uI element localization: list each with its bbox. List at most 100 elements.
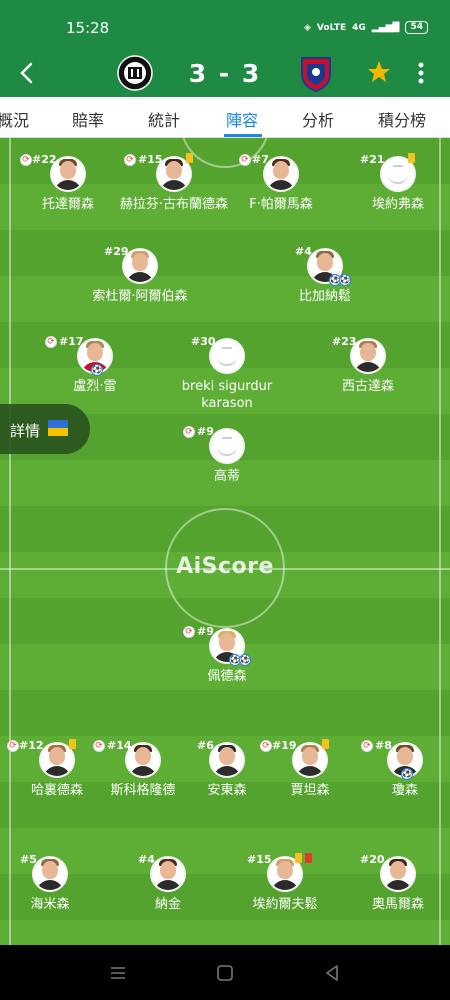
player-name: 高蒂 — [213, 469, 240, 484]
player-name: 海米森 — [30, 897, 70, 912]
goal-ball-icon: ⚽ — [239, 654, 251, 666]
substitution-icon: ⟳ — [183, 626, 195, 638]
wifi-icon: ◈ — [304, 22, 311, 33]
substitution-icon: ⟳ — [239, 154, 251, 166]
status-bar: 15:28 ◈ VoLTE 4G ▂▄▆█ 54 — [0, 0, 450, 50]
tab-odds[interactable]: 賠率 — [72, 107, 104, 131]
home-player[interactable]: #15 埃約爾夫鬆 — [225, 853, 345, 913]
away-player[interactable]: ⟳ #22 托達爾森 — [8, 153, 128, 213]
player-number: #30 — [191, 335, 216, 348]
away-player[interactable]: #30 breki sigurdur karason — [167, 335, 287, 412]
yellow-card-icon — [69, 739, 76, 749]
player-avatar — [380, 856, 416, 892]
pitch-sideline — [439, 138, 441, 945]
match-header: 3 - 3 — [0, 50, 450, 97]
away-player[interactable]: #29 索杜爾·阿爾伯森 — [80, 245, 200, 305]
player-name: 奧馬爾森 — [371, 897, 424, 912]
recent-apps-icon[interactable] — [106, 961, 130, 985]
favorite-star-icon[interactable] — [366, 59, 392, 85]
home-player[interactable]: ⟳ #8 ⚽ 瓊森 — [345, 739, 450, 799]
player-number: #23 — [332, 335, 357, 348]
player-number: #22 — [32, 153, 57, 166]
away-player[interactable]: ⟳ #7 F·帕爾馬森 — [221, 153, 341, 213]
back-nav-icon[interactable] — [320, 961, 344, 985]
player-avatar — [150, 856, 186, 892]
player-number: #5 — [20, 853, 37, 866]
network-label: 4G — [352, 22, 366, 33]
tab-analysis[interactable]: 分析 — [302, 107, 334, 131]
home-player[interactable]: #5 海米森 — [0, 853, 110, 913]
away-player[interactable]: ⟳ #17 ⚽ 盧烈·雷 — [35, 335, 155, 395]
player-number: #7 — [252, 153, 269, 166]
player-avatar — [209, 428, 245, 464]
red-card-icon — [305, 853, 312, 863]
player-number: #8 — [375, 739, 392, 752]
substitution-icon: ⟳ — [45, 336, 57, 348]
away-player[interactable]: #4 ⚽ ⚽ 比加納鬆 — [265, 245, 385, 305]
player-name: F·帕爾馬森 — [249, 197, 313, 212]
substitution-icon: ⟳ — [260, 740, 272, 752]
watermark: AiScore — [176, 554, 274, 579]
player-number: #15 — [138, 153, 163, 166]
player-name: 比加納鬆 — [298, 289, 351, 304]
goal-ball-icon: ⚽ — [339, 274, 351, 286]
yellow-card-icon — [186, 153, 193, 163]
player-number: #4 — [138, 853, 155, 866]
yellow-card-icon — [408, 153, 415, 163]
player-name: 盧烈·雷 — [73, 379, 117, 394]
player-name: 西古達森 — [341, 379, 394, 394]
volte-icon: VoLTE — [316, 22, 347, 33]
signal-icon: ▂▄▆█ — [371, 22, 400, 33]
player-number: #29 — [104, 245, 129, 258]
player-name: 埃約爾夫鬆 — [252, 897, 318, 912]
player-number: #4 — [295, 245, 312, 258]
player-avatar — [32, 856, 68, 892]
player-number: #12 — [19, 739, 44, 752]
player-name: 赫拉芬·古布蘭德森 — [119, 197, 229, 212]
more-options-icon[interactable] — [416, 60, 426, 86]
tab-overview[interactable]: 概況 — [0, 107, 29, 131]
player-name: 索杜爾·阿爾伯森 — [92, 289, 188, 304]
player-number: #9 — [197, 625, 214, 638]
player-name: 埃約弗森 — [371, 197, 424, 212]
yellow-card-icon — [322, 739, 329, 749]
goal-ball-icon: ⚽ — [91, 364, 103, 376]
home-icon[interactable] — [213, 961, 237, 985]
substitution-icon: ⟳ — [20, 154, 32, 166]
battery-icon: 54 — [405, 21, 428, 34]
active-tab-indicator — [224, 134, 262, 137]
substitution-icon: ⟳ — [124, 154, 136, 166]
ukraine-flag-icon — [48, 420, 68, 436]
system-nav-bar — [0, 945, 450, 1000]
tab-stats[interactable]: 統計 — [148, 107, 180, 131]
player-name: 瓊森 — [391, 783, 418, 798]
pitch-sideline — [9, 138, 11, 945]
details-button[interactable]: 詳情 — [0, 404, 90, 454]
away-player[interactable]: #23 西古達森 — [308, 335, 428, 395]
player-number: #17 — [59, 335, 84, 348]
away-team-crest-icon[interactable] — [298, 54, 334, 92]
away-player[interactable]: ⟳ #9 高蒂 — [167, 425, 287, 485]
away-player[interactable]: ⟳ #15 赫拉芬·古布蘭德森 — [114, 153, 234, 213]
substitution-icon: ⟳ — [183, 426, 195, 438]
home-player[interactable]: #20 奧馬爾森 — [338, 853, 450, 913]
player-number: #15 — [247, 853, 272, 866]
yellow-card-icon — [295, 853, 302, 863]
tab-standings[interactable]: 積分榜 — [378, 107, 426, 131]
status-time: 15:28 — [66, 19, 110, 37]
away-player[interactable]: #21 埃約弗森 — [338, 153, 450, 213]
lineup-pitch: AiScore ⟳ #22 托達爾森 ⟳ #15 赫拉芬·古布蘭德森 ⟳ #7 … — [0, 138, 450, 945]
player-number: #21 — [360, 153, 385, 166]
player-name: 托達爾森 — [41, 197, 94, 212]
status-icons: ◈ VoLTE 4G ▂▄▆█ 54 — [304, 21, 428, 34]
home-player[interactable]: #4 納金 — [108, 853, 228, 913]
goal-ball-icon: ⚽ — [401, 768, 413, 780]
tab-bar: 概況 賠率 統計 陣容 分析 積分榜 — [0, 97, 450, 138]
player-number: #20 — [360, 853, 385, 866]
substitution-icon: ⟳ — [361, 740, 373, 752]
tab-lineup[interactable]: 陣容 — [226, 107, 258, 131]
player-name: breki sigurdur karason — [181, 379, 273, 411]
home-player[interactable]: ⟳ #9 ⚽ ⚽ 佩德森 — [167, 625, 287, 685]
player-name: 佩德森 — [207, 669, 247, 684]
player-number: #19 — [272, 739, 297, 752]
